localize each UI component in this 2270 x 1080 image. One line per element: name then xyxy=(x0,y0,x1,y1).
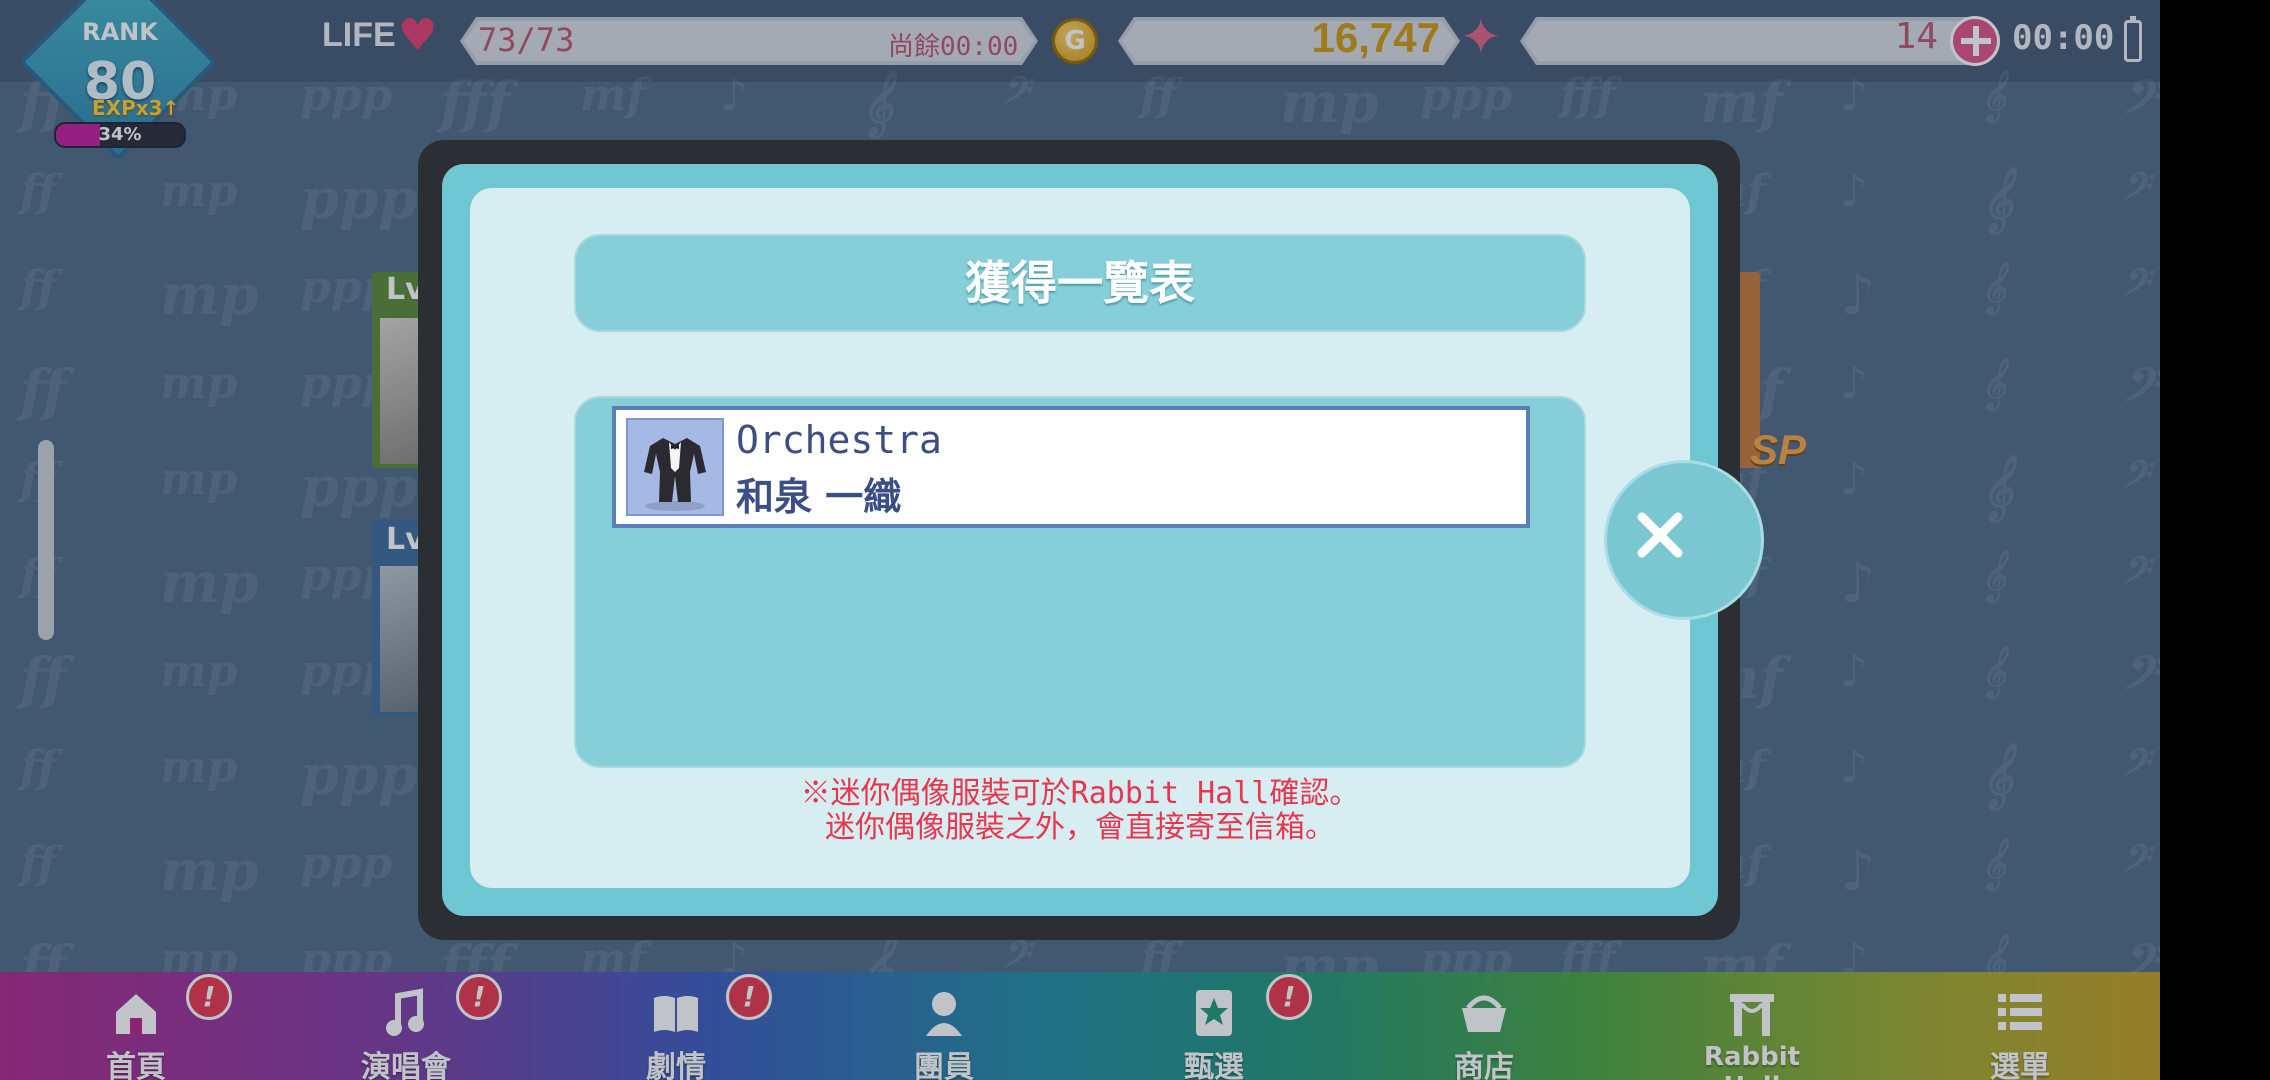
list-item[interactable]: Orchestra 和泉 一織 xyxy=(612,406,1530,528)
info-note-line-2: 迷你偶像服裝之外，會直接寄至信箱。 xyxy=(825,810,1335,845)
item-owner: 和泉 一織 xyxy=(736,475,902,519)
screen-edge xyxy=(2160,0,2270,1080)
modal-title: 獲得一覽表 xyxy=(965,256,1195,310)
close-icon xyxy=(1637,512,1683,558)
tuxedo-costume-icon xyxy=(626,418,724,516)
item-name: Orchestra xyxy=(736,418,942,462)
game-screen: ffmppppfffmf♪𝄞𝄢ffmppppfffmf♪𝄞𝄢ffmppppfff… xyxy=(0,0,2160,1080)
